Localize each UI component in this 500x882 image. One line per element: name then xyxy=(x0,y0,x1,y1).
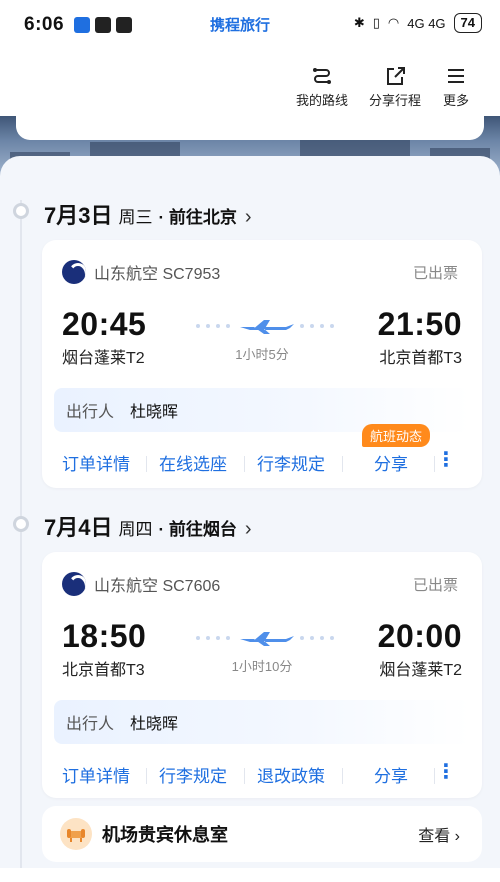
arrival-time: 20:00 xyxy=(377,618,462,654)
more-label: 更多 xyxy=(443,93,470,108)
baggage-rules-button[interactable]: 行李规定 xyxy=(257,450,325,475)
top-toolbar: 我的路线 分享行程 更多 xyxy=(0,50,500,120)
day-date: 7月4日 xyxy=(44,515,113,540)
signal-icon: 4G 4G xyxy=(407,15,446,31)
online-seat-button[interactable]: 在线选座 xyxy=(159,450,227,475)
notification-icons xyxy=(74,17,133,33)
timeline-dot xyxy=(13,203,29,219)
vibrate-icon: ▯ xyxy=(372,15,380,30)
plane-icon xyxy=(196,320,334,334)
timeline-dot xyxy=(13,516,29,532)
lounge-title: 机场贵宾休息室 xyxy=(102,825,228,845)
share-button[interactable]: 分享 xyxy=(374,762,408,787)
ticket-status: 已出票 xyxy=(412,577,458,594)
share-icon xyxy=(387,67,405,85)
airport-lounge-row[interactable]: 机场贵宾休息室 查看 › xyxy=(42,806,482,862)
bottom-edge xyxy=(0,868,500,882)
day-destination: · 前往北京 xyxy=(158,208,237,227)
airline-logo-icon xyxy=(62,572,86,596)
share-button[interactable]: 分享 xyxy=(374,450,408,475)
chevron-right-icon: › xyxy=(454,828,460,845)
ticket-status: 已出票 xyxy=(412,265,458,282)
app-notification-icon xyxy=(74,17,91,33)
timeline-line xyxy=(20,200,22,882)
order-details-button[interactable]: 订单详情 xyxy=(62,762,130,787)
route-icon xyxy=(313,68,331,84)
more-options-icon[interactable]: ⋮ xyxy=(436,762,456,782)
passenger-name: 杜晓晖 xyxy=(130,404,179,421)
share-trip-button[interactable]: 分享行程 xyxy=(369,66,421,109)
brand-label: 携程旅行 xyxy=(210,17,271,34)
passenger-label: 出行人 xyxy=(66,404,115,421)
order-details-button[interactable]: 订单详情 xyxy=(62,450,130,475)
card-actions: 订单详情 在线选座 行李规定 分享 ⋮ xyxy=(42,450,482,478)
lounge-view-link[interactable]: 查看 › xyxy=(418,822,460,846)
lounge-view-label: 查看 xyxy=(418,828,451,845)
baggage-rules-button[interactable]: 行李规定 xyxy=(159,762,227,787)
arrival-airport: 烟台蓬莱T2 xyxy=(379,662,462,679)
bluetooth-icon: ✱ xyxy=(353,15,365,30)
passenger-label: 出行人 xyxy=(66,716,115,733)
flight-status-badge[interactable]: 航班动态 xyxy=(362,424,431,447)
alarm-icon xyxy=(116,17,133,33)
status-right: ✱ ▯ ◠ 4G 4G 74 xyxy=(354,13,482,33)
day-date: 7月3日 xyxy=(44,203,113,228)
wifi-icon: ◠ xyxy=(387,15,400,30)
card-actions: 订单详情 行李规定 退改政策 分享 ⋮ xyxy=(42,762,482,790)
refund-policy-button[interactable]: 退改政策 xyxy=(257,762,325,787)
battery-indicator: 74 xyxy=(453,13,482,33)
flight-card[interactable]: 山东航空 SC7606 已出票 18:50 北京首都T3 1小时10分 20:0… xyxy=(42,552,482,798)
flight-card[interactable]: 山东航空 SC7953 已出票 20:45 烟台蓬莱T2 1小时5分 21:50… xyxy=(42,240,482,488)
day-header[interactable]: 7月3日 周三 · 前往北京 › xyxy=(44,198,252,230)
chevron-right-icon: › xyxy=(244,206,252,228)
header-card-bottom xyxy=(16,116,484,140)
menu-icon xyxy=(448,69,464,83)
lounge-icon xyxy=(60,818,92,850)
airline-info: 山东航空 SC7953 xyxy=(62,260,220,284)
my-route-label: 我的路线 xyxy=(296,93,349,108)
day-header[interactable]: 7月4日 周四 · 前往烟台 › xyxy=(44,510,252,542)
passenger-row: 出行人 杜晓晖 xyxy=(54,700,470,744)
airline-flight-number: 山东航空 SC7606 xyxy=(94,578,221,595)
airline-flight-number: 山东航空 SC7953 xyxy=(94,266,221,283)
more-button[interactable]: 更多 xyxy=(443,66,469,109)
day-destination: · 前往烟台 xyxy=(158,520,237,539)
arrival-time: 21:50 xyxy=(377,306,462,342)
status-time: 6:06 xyxy=(24,14,65,35)
day-weekday: 周四 xyxy=(118,520,153,539)
passenger-name: 杜晓晖 xyxy=(130,716,179,733)
arrival-airport: 北京首都T3 xyxy=(379,350,462,367)
share-trip-label: 分享行程 xyxy=(369,93,422,108)
departure-time: 18:50 xyxy=(62,618,147,654)
departure-time: 20:45 xyxy=(62,306,147,342)
airline-logo-icon xyxy=(62,260,86,284)
my-route-button[interactable]: 我的路线 xyxy=(296,66,348,109)
status-bar: 6:06 携程旅行 ✱ ▯ ◠ 4G 4G 74 xyxy=(0,0,500,50)
chevron-right-icon: › xyxy=(244,518,252,540)
more-options-icon[interactable]: ⋮ xyxy=(436,450,456,470)
plane-icon xyxy=(196,632,334,646)
nfc-icon xyxy=(95,17,112,33)
airline-info: 山东航空 SC7606 xyxy=(62,572,220,596)
day-weekday: 周三 xyxy=(118,208,153,227)
